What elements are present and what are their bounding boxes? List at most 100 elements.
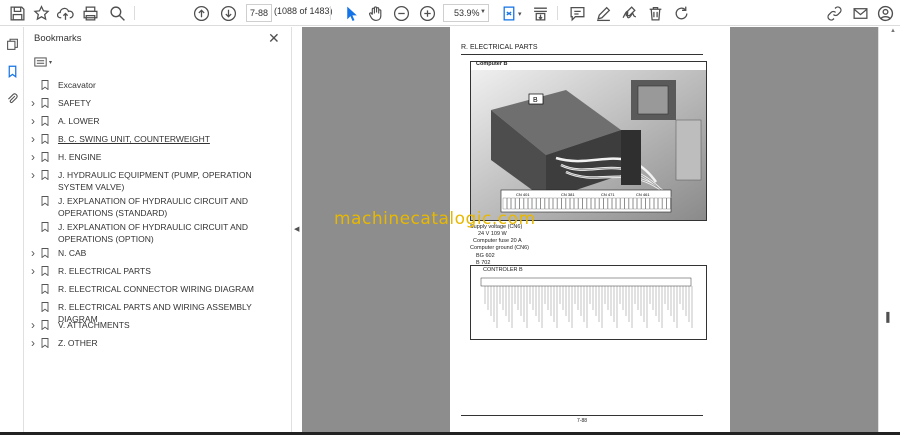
- watermark-text: machinecatalogic.com: [334, 209, 536, 229]
- bookmark-label: A. LOWER: [58, 116, 100, 126]
- pin-cell: [561, 197, 566, 210]
- page-thumbnails-icon[interactable]: [4, 36, 20, 52]
- bookmark-item[interactable]: › V. ATTACHMENTS: [24, 319, 277, 331]
- voltage-value: 24 V 109 W: [478, 231, 507, 237]
- header-rule: [461, 54, 703, 55]
- scroll-mode-icon[interactable]: [529, 2, 551, 24]
- toolbar-separator: [134, 6, 135, 20]
- bookmark-label: J. EXPLANATION OF HYDRAULIC CIRCUIT AND …: [58, 196, 249, 218]
- options-caret-icon: ▾: [49, 59, 53, 66]
- bookmark-icon: [38, 195, 52, 219]
- bookmark-star-icon[interactable]: [30, 2, 52, 24]
- bookmark-label: J. EXPLANATION OF HYDRAULIC CIRCUIT AND …: [58, 222, 249, 244]
- bookmark-item[interactable]: › R. ELECTRICAL PARTS: [24, 265, 277, 277]
- pin-cell: [637, 197, 642, 210]
- pin-cell: [649, 197, 654, 210]
- pin-cell: [616, 197, 621, 210]
- scroll-up-icon[interactable]: ▲: [890, 28, 896, 34]
- prev-page-icon[interactable]: [190, 2, 212, 24]
- bookmark-icon: [38, 337, 52, 349]
- expand-chevron-icon[interactable]: ›: [24, 319, 38, 331]
- expand-tools-icon[interactable]: ▐: [883, 312, 889, 322]
- bookmark-item[interactable]: › SAFETY: [24, 97, 277, 109]
- pdf-viewer-window: 7-88 (1088 of 1483) 53.9% ▼ ▾ Bookmarks …: [0, 0, 900, 435]
- bookmark-label: N. CAB: [58, 248, 87, 258]
- zoom-search-icon[interactable]: [106, 2, 128, 24]
- bookmark-item[interactable]: › J. HYDRAULIC EQUIPMENT (PUMP, OPERATION…: [24, 169, 277, 193]
- fit-page-dropdown-icon[interactable]: ▾: [518, 10, 522, 18]
- bookmark-icon: [38, 247, 52, 259]
- close-icon[interactable]: ✕: [268, 30, 280, 47]
- bookmark-icon: [38, 97, 52, 109]
- bookmark-item[interactable]: › N. CAB: [24, 247, 277, 259]
- email-icon[interactable]: [849, 2, 871, 24]
- bookmark-label: V. ATTACHMENTS: [58, 320, 130, 330]
- photo-caption: Computer B: [476, 61, 508, 67]
- bookmarks-panel-icon[interactable]: [4, 63, 20, 79]
- bookmark-item[interactable]: › B. C. SWING UNIT, COUNTERWEIGHT: [24, 133, 277, 145]
- pin-cell: [536, 197, 541, 210]
- bookmark-item[interactable]: › H. ENGINE: [24, 151, 277, 163]
- expand-chevron-icon[interactable]: ›: [24, 337, 38, 349]
- bookmark-item[interactable]: R. ELECTRICAL CONNECTOR WIRING DIAGRAM: [24, 283, 277, 295]
- highlight-pen-icon[interactable]: [592, 2, 614, 24]
- pin-cell: [540, 197, 545, 210]
- zoom-in-icon[interactable]: [416, 2, 438, 24]
- pin-cell: [553, 197, 558, 210]
- bookmark-item[interactable]: Excavator: [24, 79, 277, 91]
- expand-chevron-icon[interactable]: ›: [24, 115, 38, 127]
- diagram-title: CONTROLER B: [483, 267, 523, 273]
- pin-cell: [511, 197, 516, 210]
- expand-chevron-icon[interactable]: ›: [24, 265, 38, 277]
- delete-icon[interactable]: [644, 2, 666, 24]
- zoom-dropdown-icon[interactable]: ▼: [480, 9, 486, 15]
- bookmark-label: H. ENGINE: [58, 152, 102, 162]
- bookmark-icon: [38, 283, 52, 295]
- ground-label: Computer ground (CN6): [470, 245, 529, 251]
- hand-icon[interactable]: [364, 2, 386, 24]
- fit-page-icon[interactable]: [498, 2, 520, 24]
- page-number: 7-88: [577, 418, 588, 424]
- expand-chevron-icon[interactable]: ›: [24, 133, 38, 145]
- controller-wiring-diagram: CONTROLER B: [470, 265, 707, 340]
- bookmark-item[interactable]: J. EXPLANATION OF HYDRAULIC CIRCUIT AND …: [24, 195, 277, 219]
- bookmark-item[interactable]: › A. LOWER: [24, 115, 277, 127]
- expand-chevron-icon[interactable]: ›: [24, 151, 38, 163]
- expand-chevron-icon[interactable]: ›: [24, 247, 38, 259]
- pdf-page: R. ELECTRICAL PARTS Computer B B CN 401 …: [450, 27, 730, 435]
- pin-cell: [586, 197, 591, 210]
- account-icon[interactable]: [874, 2, 896, 24]
- rotate-icon[interactable]: [670, 2, 692, 24]
- bookmark-item[interactable]: › Z. OTHER: [24, 337, 277, 349]
- upload-icon[interactable]: [54, 2, 76, 24]
- expand-chevron-icon[interactable]: ›: [24, 169, 38, 193]
- bookmark-icon: [38, 221, 52, 245]
- bookmark-icon: [38, 265, 52, 277]
- pin-cell: [544, 197, 549, 210]
- share-link-icon[interactable]: [823, 2, 845, 24]
- expand-chevron-icon[interactable]: ›: [24, 97, 38, 109]
- bookmark-label: J. HYDRAULIC EQUIPMENT (PUMP, OPERATION …: [58, 170, 252, 192]
- zoom-out-icon[interactable]: [390, 2, 412, 24]
- bookmark-item[interactable]: J. EXPLANATION OF HYDRAULIC CIRCUIT AND …: [24, 221, 277, 245]
- bookmark-icon: [38, 169, 52, 193]
- attachments-icon[interactable]: [4, 90, 20, 106]
- pin-cell: [666, 197, 671, 210]
- comment-icon[interactable]: [566, 2, 588, 24]
- save-icon[interactable]: [6, 2, 28, 24]
- document-view[interactable]: R. ELECTRICAL PARTS Computer B B CN 401 …: [302, 27, 878, 435]
- next-page-icon[interactable]: [217, 2, 239, 24]
- collapse-panel-icon[interactable]: ◀: [294, 225, 299, 233]
- wiring-schematic: [480, 277, 693, 328]
- pin-cell: [532, 197, 537, 210]
- bookmark-options-button[interactable]: ▾: [34, 55, 58, 69]
- select-cursor-icon[interactable]: [340, 2, 362, 24]
- pin-cell: [645, 197, 650, 210]
- pin-cell: [607, 197, 612, 210]
- photo-tag: B: [533, 97, 538, 104]
- pin-cell: [549, 197, 553, 210]
- page-number-input[interactable]: 7-88: [246, 4, 272, 22]
- sign-icon[interactable]: [618, 2, 640, 24]
- print-icon[interactable]: [79, 2, 101, 24]
